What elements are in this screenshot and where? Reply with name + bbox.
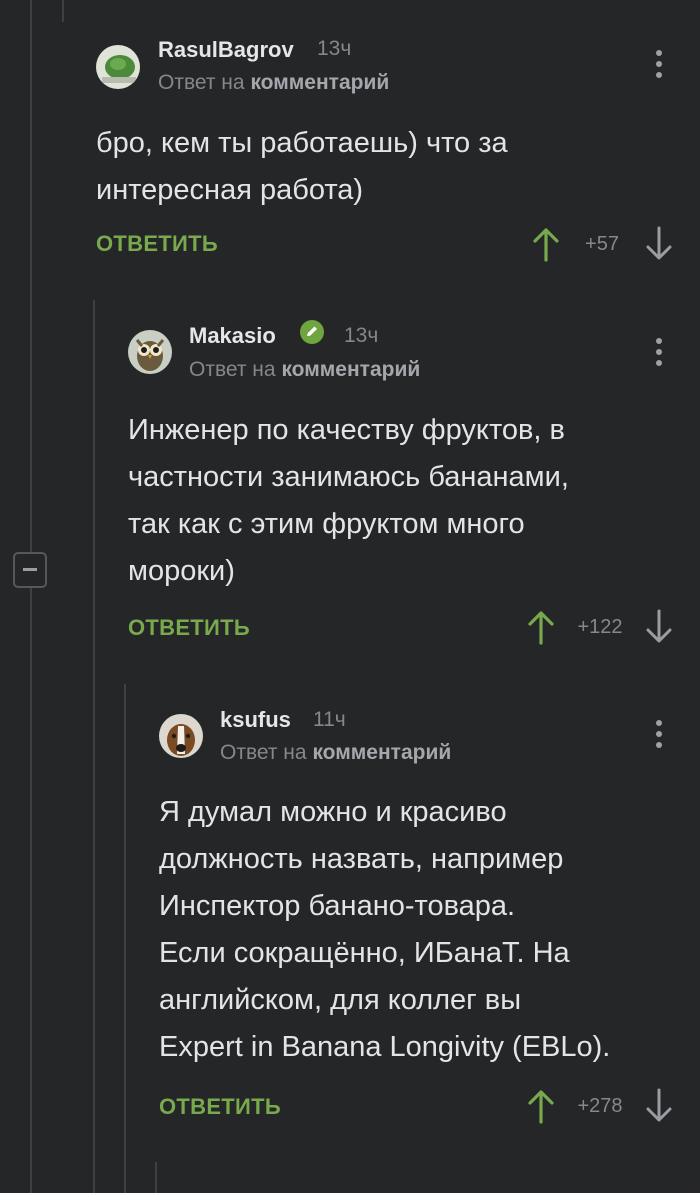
- rating: +278: [577, 1095, 623, 1117]
- kebab-menu-icon[interactable]: [653, 338, 665, 370]
- comment-text-line: Я думал можно и красиво: [159, 796, 507, 828]
- comment-text: Инженер по качеству фруктов, в частности…: [128, 407, 688, 595]
- comment-text: бро, кем ты работаешь) что за интересная…: [96, 120, 676, 214]
- comment-time: 13ч: [344, 324, 379, 347]
- reply-to-line: Ответ на комментарий: [189, 358, 420, 382]
- comment-text: Я думал можно и красиво должность назват…: [159, 789, 694, 1071]
- kebab-menu-icon[interactable]: [653, 50, 665, 82]
- downvote-arrow-icon[interactable]: [644, 1088, 674, 1124]
- comment: Makasio 13ч Ответ на комментарий Инженер…: [0, 300, 700, 660]
- reply-to-link[interactable]: комментарий: [250, 71, 389, 94]
- reply-button[interactable]: ОТВЕТИТЬ: [128, 615, 250, 641]
- upvote-arrow-icon[interactable]: [531, 226, 561, 262]
- thread-line: [155, 1162, 157, 1193]
- comment-text-line: должность назвать, например: [159, 843, 564, 875]
- author-name[interactable]: ksufus: [220, 707, 291, 733]
- reply-to-prefix: Ответ на: [189, 358, 276, 381]
- reply-to-link[interactable]: комментарий: [281, 358, 420, 381]
- avatar[interactable]: [128, 330, 172, 374]
- rating: +57: [585, 233, 619, 255]
- upvote-arrow-icon[interactable]: [526, 609, 556, 645]
- comment-text-line: Expert in Banana Longivity (EBLo).: [159, 1031, 611, 1063]
- comment-text-line: английском, для коллег вы: [159, 984, 522, 1016]
- reply-button[interactable]: ОТВЕТИТЬ: [159, 1094, 281, 1120]
- author-name[interactable]: RasulBagrov: [158, 37, 294, 63]
- reply-to-link[interactable]: комментарий: [312, 741, 451, 764]
- comment: ksufus 11ч Ответ на комментарий Я думал …: [0, 684, 700, 1144]
- comment-text-line: Инженер по качеству фруктов, в: [128, 414, 565, 446]
- comment-time: 11ч: [313, 708, 346, 731]
- rating: +122: [577, 616, 623, 638]
- comment-time: 13ч: [317, 37, 352, 60]
- comment-text-line: интересная работа): [96, 174, 364, 206]
- reply-to-line: Ответ на комментарий: [220, 741, 451, 765]
- author-name[interactable]: Makasio: [189, 323, 276, 349]
- kebab-menu-icon[interactable]: [653, 720, 665, 752]
- verified-badge-icon: [300, 320, 324, 344]
- reply-to-prefix: Ответ на: [220, 741, 307, 764]
- avatar[interactable]: [159, 714, 203, 758]
- comment-text-line: Если сокращённо, ИБанаТ. На: [159, 937, 570, 969]
- comment-text-line: Инспектор банано-товара.: [159, 890, 516, 922]
- downvote-arrow-icon[interactable]: [644, 609, 674, 645]
- comment-text-line: частности занимаюсь бананами,: [128, 461, 569, 493]
- downvote-arrow-icon[interactable]: [644, 226, 674, 262]
- comment-text-line: мороки): [128, 555, 235, 587]
- avatar[interactable]: [96, 45, 140, 89]
- comment-text-line: бро, кем ты работаешь) что за: [96, 127, 508, 159]
- comment-text-line: так как с этим фруктом много: [128, 508, 525, 540]
- reply-to-prefix: Ответ на: [158, 71, 245, 94]
- upvote-arrow-icon[interactable]: [526, 1088, 556, 1124]
- comment: RasulBagrov 13ч Ответ на комментарий бро…: [0, 0, 700, 280]
- reply-button[interactable]: ОТВЕТИТЬ: [96, 231, 218, 257]
- reply-to-line: Ответ на комментарий: [158, 71, 389, 95]
